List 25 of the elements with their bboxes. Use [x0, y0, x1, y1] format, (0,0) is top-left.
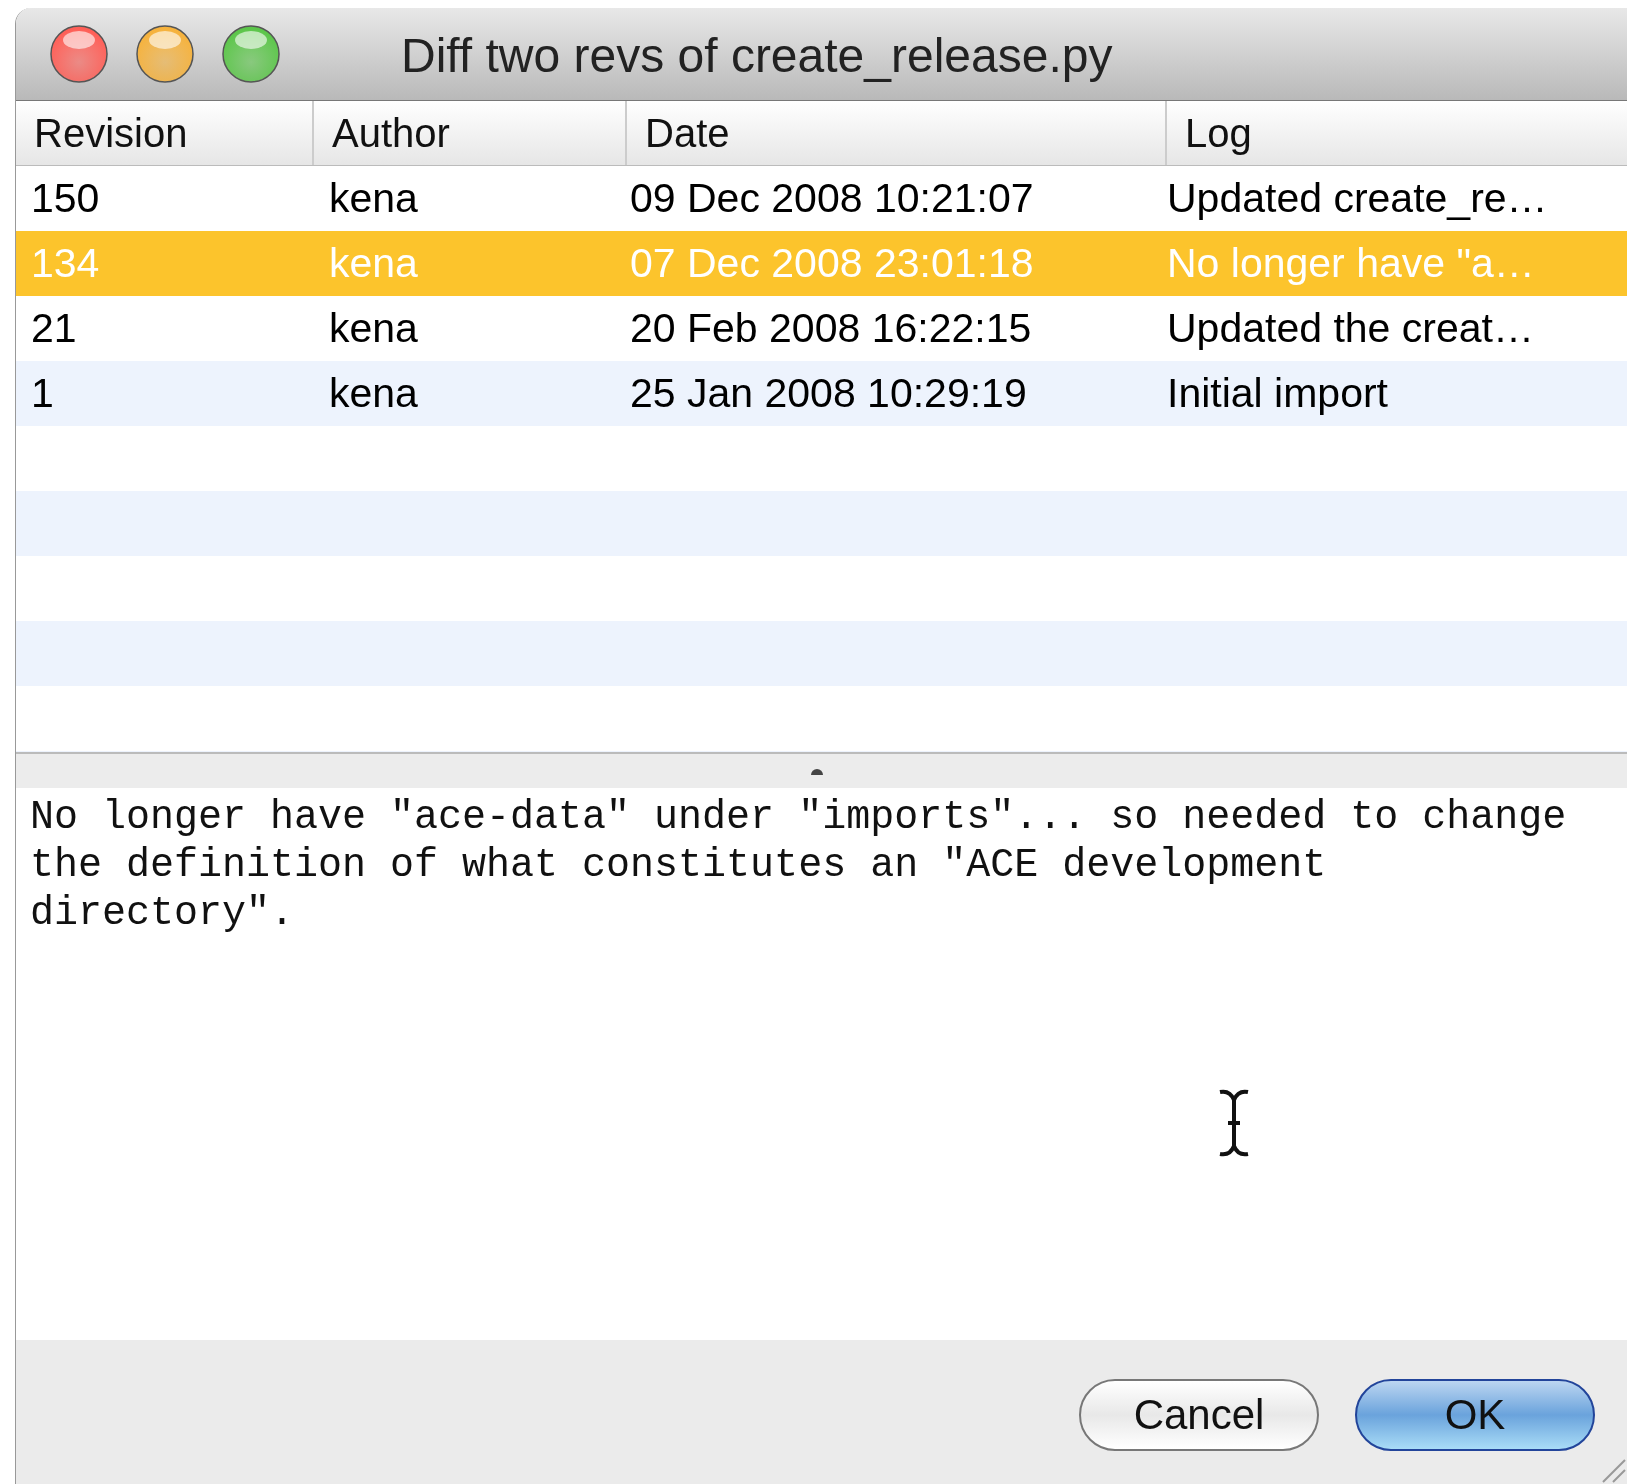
ok-button[interactable]: OK	[1355, 1379, 1595, 1451]
zoom-button-icon[interactable]	[221, 24, 281, 84]
table-cell-text: 20 Feb 2008 16:22:15	[629, 305, 1033, 352]
table-cell-text: kena	[328, 370, 419, 417]
log-message-area[interactable]: No longer have "ace-data" under "imports"... so needed to change the definition of what constitutes an "ACE development directory".	[16, 788, 1627, 1340]
minimize-button-icon[interactable]	[135, 24, 195, 84]
table-cell-text: kena	[328, 240, 419, 287]
table-cell-text: 134	[30, 240, 101, 287]
table-cell-text: Updated create_re…	[1167, 175, 1549, 222]
window-title: Diff two revs of create_release.py	[401, 28, 1113, 83]
cancel-button[interactable]: Cancel	[1079, 1379, 1319, 1451]
table-cell-text: 1	[30, 370, 55, 417]
table-cell-text: kena	[328, 175, 419, 222]
column-header[interactable]: Log	[1167, 101, 1627, 165]
close-button-icon[interactable]	[49, 24, 109, 84]
table-cell-text: 09 Dec 2008 10:21:07	[629, 175, 1035, 222]
table-cell-text: 25 Jan 2008 10:29:19	[629, 370, 1028, 417]
table-cell-text: No longer have "a…	[1167, 240, 1536, 287]
table-cell-text: 07 Dec 2008 23:01:18	[629, 240, 1035, 287]
table-cell-text: Updated the creat…	[1167, 305, 1535, 352]
table-cell-text: 21	[30, 305, 78, 352]
table-cell-text: 150	[30, 175, 101, 222]
table-cell-text: Initial import	[1167, 370, 1389, 417]
table-cell-text: kena	[328, 305, 419, 352]
log-message: No longer have "ace-data" under "imports"... so needed to change the definition of what constitutes an "ACE development directory".	[30, 794, 1568, 938]
